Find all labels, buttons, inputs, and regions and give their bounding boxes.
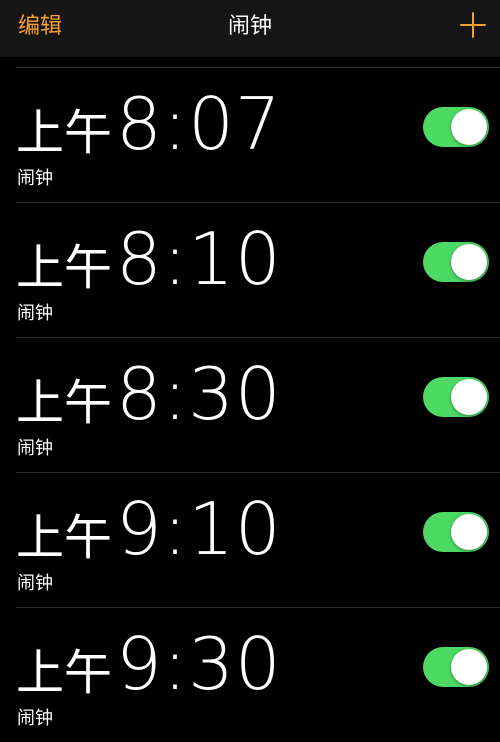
alarm-time-display: 上午8:10: [16, 217, 282, 301]
alarm-label: 闹钟: [17, 168, 53, 189]
alarm-time: 8:07: [116, 82, 282, 166]
toggle-knob: [451, 244, 487, 280]
alarm-row[interactable]: 上午9:10 闹钟: [16, 473, 500, 608]
alarm-time: 8:30: [116, 352, 282, 436]
alarm-time: 9:10: [116, 487, 282, 571]
alarm-label: 闹钟: [17, 573, 53, 594]
toggle-knob: [451, 379, 487, 415]
toggle-knob: [451, 514, 487, 550]
alarm-row[interactable]: 上午8:30 闹钟: [16, 338, 500, 473]
alarm-toggle[interactable]: [423, 107, 489, 147]
alarm-ampm: 上午: [16, 645, 113, 701]
alarm-time: 8:10: [116, 217, 282, 301]
alarm-row[interactable]: 上午8:10 闹钟: [16, 203, 500, 338]
toggle-knob: [451, 649, 487, 685]
alarm-ampm: 上午: [16, 510, 113, 566]
alarm-time-display: 上午9:10: [16, 487, 282, 571]
alarm-time: 9:30: [116, 622, 282, 706]
alarm-list: 上午8:07 闹钟 上午8:10 闹钟 上午8:30 闹钟 上午9:10 闹钟 …: [0, 68, 500, 742]
alarm-time-display: 上午8:07: [16, 82, 282, 166]
alarm-label: 闹钟: [17, 303, 53, 324]
alarm-time-display: 上午8:30: [16, 352, 282, 436]
alarm-row[interactable]: 上午8:07 闹钟: [16, 68, 500, 203]
page-title: 闹钟: [227, 14, 272, 39]
navigation-bar: 编辑 闹钟: [0, 0, 500, 57]
alarm-ampm: 上午: [16, 240, 113, 296]
alarm-toggle[interactable]: [423, 377, 489, 417]
alarm-ampm: 上午: [16, 105, 113, 161]
alarm-label: 闹钟: [17, 438, 53, 459]
alarm-ampm: 上午: [16, 375, 113, 431]
alarm-toggle[interactable]: [423, 512, 489, 552]
alarm-time-display: 上午9:30: [16, 622, 282, 706]
alarm-toggle[interactable]: [423, 647, 489, 687]
alarm-row[interactable]: 上午9:30 闹钟: [16, 608, 500, 742]
alarm-label: 闹钟: [17, 708, 53, 729]
toggle-knob: [451, 109, 487, 145]
plus-icon[interactable]: [460, 12, 486, 38]
alarm-toggle[interactable]: [423, 242, 489, 282]
